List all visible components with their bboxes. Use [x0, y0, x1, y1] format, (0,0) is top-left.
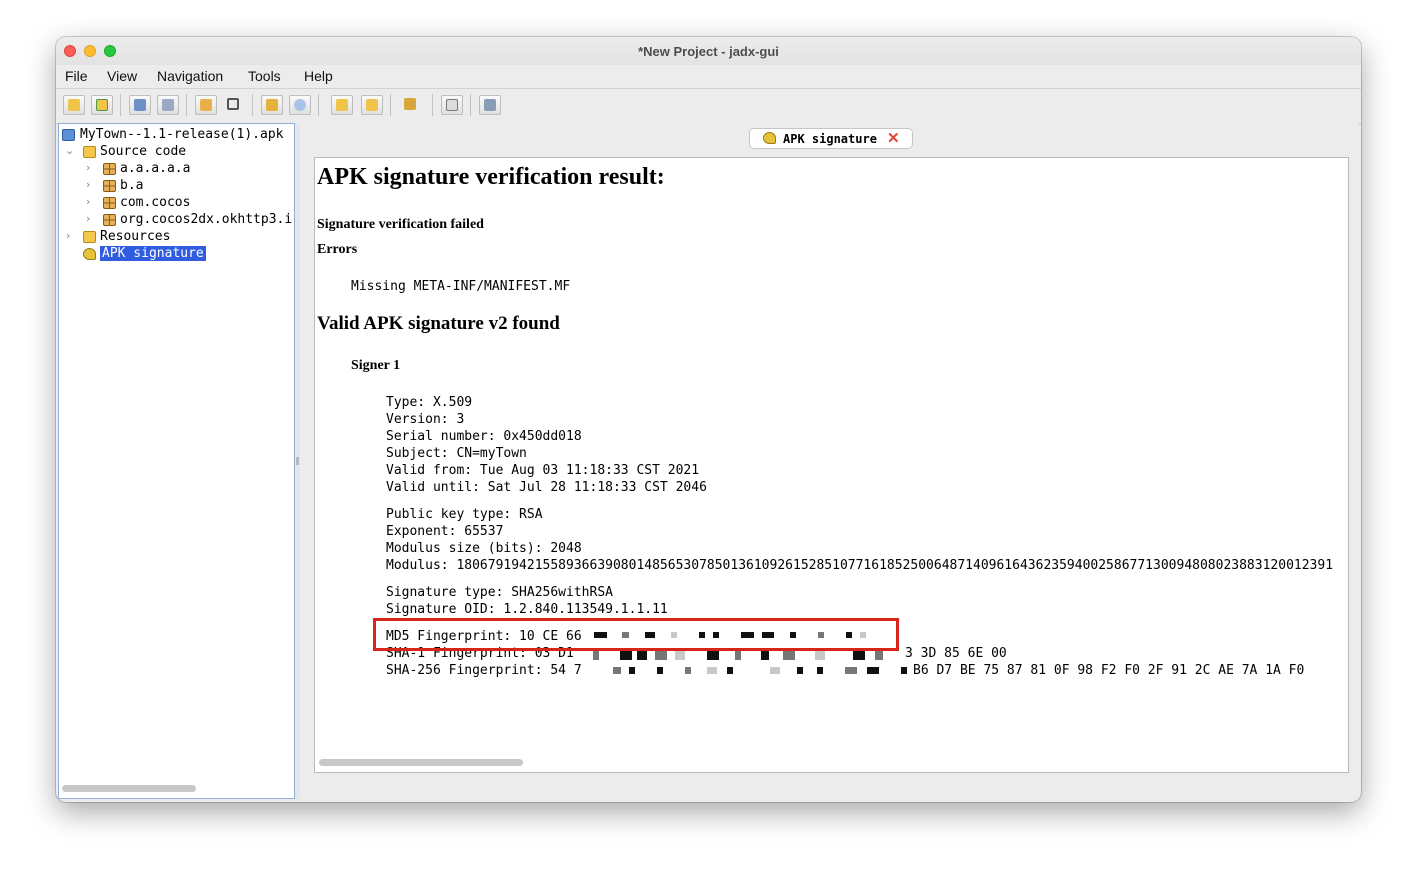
toolbar-separator [432, 94, 433, 116]
horizontal-scrollbar[interactable] [62, 785, 196, 792]
tree-item-label: Resources [100, 229, 171, 244]
cert-valid-until: Valid until: Sat Jul 28 11:18:33 CST 204… [386, 480, 707, 495]
tree-item-source-code[interactable]: ⌄ Source code [62, 144, 292, 161]
cert-valid-from: Valid from: Tue Aug 03 11:18:33 CST 2021 [386, 463, 700, 478]
add-files-icon[interactable] [91, 95, 113, 115]
app-window: *New Project - jadx-gui File View Naviga… [56, 37, 1361, 802]
package-icon [103, 163, 116, 175]
resources-folder-icon [83, 231, 96, 243]
toolbar-separator [390, 94, 391, 116]
menu-file[interactable]: File [65, 68, 88, 84]
page-title: APK signature verification result: [317, 164, 665, 190]
toolbar-separator [318, 94, 319, 116]
horizontal-scrollbar[interactable] [319, 759, 523, 766]
back-icon[interactable] [331, 95, 353, 115]
tree-item-package[interactable]: › org.cocos2dx.okhttp3.i [62, 212, 292, 229]
toolbar [56, 88, 1361, 124]
tree-item-label: Source code [100, 144, 187, 159]
source-folder-icon [83, 146, 96, 158]
errors-heading: Errors [317, 242, 358, 257]
toolbar-separator [120, 94, 121, 116]
signature-report: APK signature verification result: Signa… [314, 157, 1349, 773]
menu-tools[interactable]: Tools [248, 68, 281, 84]
tree-root-apk[interactable]: MyTown--1.1-release(1).apk [62, 127, 292, 144]
forward-icon[interactable] [361, 95, 383, 115]
verification-status: Signature verification failed [317, 217, 484, 232]
menu-bar: File View Navigation Tools Help [56, 65, 1361, 87]
menu-help[interactable]: Help [304, 68, 333, 84]
valid-signature-heading: Valid APK signature v2 found [317, 313, 560, 334]
key-type: Public key type: RSA [386, 507, 543, 522]
preferences-icon[interactable] [479, 95, 501, 115]
tree-item-resources[interactable]: › Resources [62, 229, 292, 246]
chevron-right-icon[interactable]: › [86, 212, 90, 225]
sha256-fingerprint-suffix: B6 D7 BE 75 87 81 0F 98 F2 F0 2F 91 2C A… [913, 663, 1305, 678]
key-exponent: Exponent: 65537 [386, 524, 504, 539]
md5-highlight-box [373, 618, 899, 651]
tree-item-label: org.cocos2dx.okhttp3.i [120, 212, 292, 227]
error-item: Missing META-INF/MANIFEST.MF [351, 279, 571, 294]
splitter-grip[interactable] [296, 457, 299, 465]
toolbar-separator [252, 94, 253, 116]
menu-view[interactable]: View [107, 68, 137, 84]
signer-heading: Signer 1 [351, 358, 401, 373]
toolbar-separator [470, 94, 471, 116]
key-modulus-size: Modulus size (bits): 2048 [386, 541, 582, 556]
search-class-icon[interactable] [289, 95, 311, 115]
sha1-fingerprint-suffix: 3 3D 85 6E 00 [905, 646, 1007, 661]
save-all-icon[interactable] [129, 95, 151, 115]
open-file-icon[interactable] [63, 95, 85, 115]
project-tree[interactable]: MyTown--1.1-release(1).apk ⌄ Source code… [58, 123, 295, 799]
export-icon[interactable] [157, 95, 179, 115]
tree-item-apk-signature[interactable]: APK signature [62, 246, 292, 263]
tree-item-label: APK signature [100, 246, 206, 261]
tree-root-label: MyTown--1.1-release(1).apk [80, 127, 284, 142]
tree-item-label: a.a.a.a.a [120, 161, 191, 176]
close-icon[interactable]: ✕ [887, 129, 900, 147]
chevron-right-icon[interactable]: › [66, 229, 70, 242]
toolbar-separator [186, 94, 187, 116]
editor-area: APK signature ✕ APK signature verificati… [300, 123, 1359, 799]
cert-type: Type: X.509 [386, 395, 473, 410]
package-icon [103, 214, 116, 226]
signature-oid: Signature OID: 1.2.840.113549.1.1.11 [386, 602, 668, 617]
chevron-right-icon[interactable]: › [86, 195, 90, 208]
apk-icon [62, 129, 75, 141]
tree-item-package[interactable]: › com.cocos [62, 195, 292, 212]
key-icon [763, 132, 776, 144]
chevron-right-icon[interactable]: › [86, 178, 90, 191]
key-modulus: Modulus: 1806791942155893663908014856530… [386, 558, 1334, 573]
cert-subject: Subject: CN=myTown [386, 446, 527, 461]
menu-navigation[interactable]: Navigation [157, 68, 223, 84]
deobfuscation-icon[interactable] [400, 95, 422, 115]
tree-item-label: com.cocos [120, 195, 191, 210]
tree-item-label: b.a [120, 178, 144, 193]
signature-type: Signature type: SHA256withRSA [386, 585, 613, 600]
chevron-right-icon[interactable]: › [86, 161, 90, 174]
tree-item-package[interactable]: › a.a.a.a.a [62, 161, 292, 178]
tab-apk-signature[interactable]: APK signature ✕ [749, 128, 913, 149]
key-icon [83, 248, 96, 260]
log-viewer-icon[interactable] [441, 95, 463, 115]
title-bar: *New Project - jadx-gui [56, 37, 1361, 65]
cert-version: Version: 3 [386, 412, 465, 427]
sync-icon[interactable] [195, 95, 217, 115]
tree-item-package[interactable]: › b.a [62, 178, 292, 195]
window-title: *New Project - jadx-gui [638, 44, 779, 59]
cert-serial: Serial number: 0x450dd018 [386, 429, 582, 444]
tab-label: APK signature [783, 132, 877, 146]
package-icon [103, 197, 116, 209]
sha256-fingerprint-prefix: SHA-256 Fingerprint: 54 7 [386, 663, 582, 678]
flatten-icon[interactable] [223, 95, 245, 115]
package-icon [103, 180, 116, 192]
chevron-down-icon[interactable]: ⌄ [65, 144, 74, 157]
search-text-icon[interactable] [261, 95, 283, 115]
